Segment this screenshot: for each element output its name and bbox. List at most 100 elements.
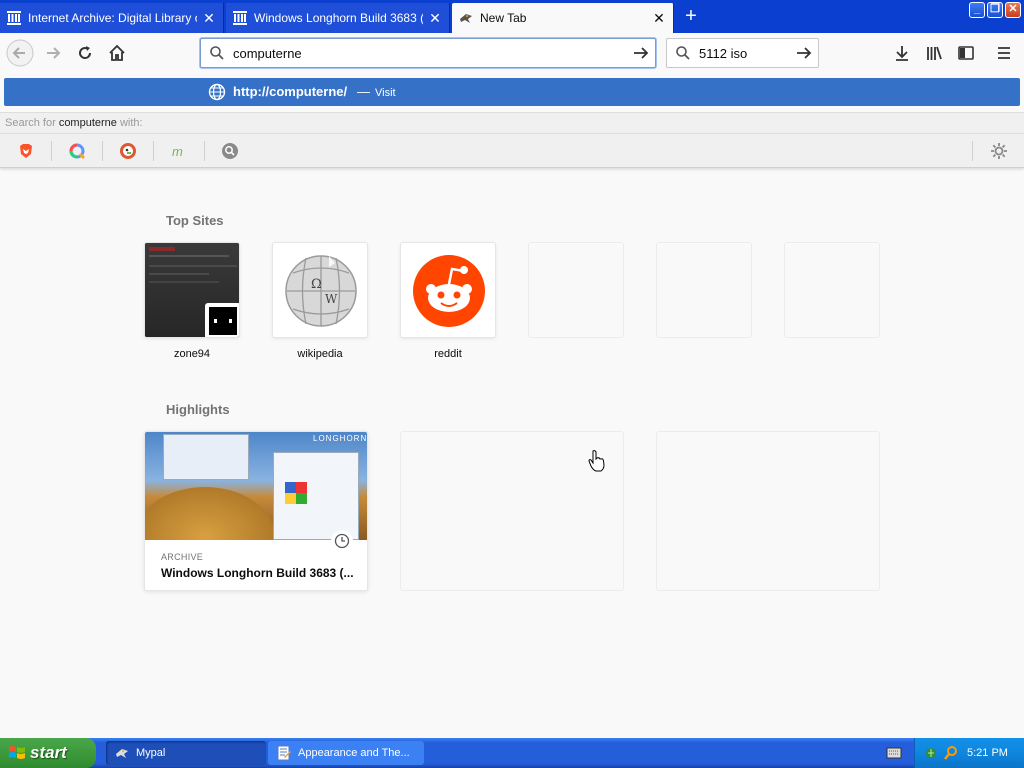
mypal-icon xyxy=(458,10,474,26)
tab-strip: Internet Archive: Digital Library of ✕ W… xyxy=(0,0,1024,33)
menu-button[interactable] xyxy=(990,39,1018,67)
minimize-button[interactable]: _ xyxy=(969,2,985,18)
top-sites-heading: Top Sites xyxy=(166,213,224,228)
brave-engine-icon[interactable] xyxy=(16,141,36,161)
taskbar-item-label: Mypal xyxy=(136,747,166,759)
gear-icon[interactable] xyxy=(989,141,1009,161)
downloads-button[interactable] xyxy=(888,39,916,67)
engine-separator xyxy=(51,141,52,161)
globe-icon xyxy=(208,83,226,104)
hand-cursor-icon xyxy=(588,449,606,476)
go-arrow-icon[interactable] xyxy=(629,41,653,65)
url-bar[interactable]: computerne xyxy=(200,38,656,68)
search-with-hint: Search for computerne with: xyxy=(0,112,1024,134)
search-input[interactable]: 5112 iso xyxy=(695,46,792,61)
search-suffix: with: xyxy=(119,117,143,129)
visit-label: Visit xyxy=(375,87,396,99)
search-term: computerne xyxy=(58,117,117,129)
close-tab-icon[interactable]: ✕ xyxy=(201,10,217,26)
taskbar-item-label: Appearance and The... xyxy=(298,747,410,759)
start-button[interactable]: start xyxy=(0,738,96,768)
forward-arrow-icon xyxy=(47,47,61,59)
go-arrow-icon[interactable] xyxy=(792,41,816,65)
top-site-label: wikipedia xyxy=(297,348,343,360)
search-engines-bar: m xyxy=(0,134,1024,168)
sidebar-button[interactable] xyxy=(952,39,980,67)
taskbar-item-mypal[interactable]: Mypal xyxy=(106,741,266,765)
highlights-heading: Highlights xyxy=(166,402,230,417)
keyboard-icon[interactable] xyxy=(886,746,902,763)
search-prefix: Search for xyxy=(5,117,56,129)
top-site-reddit[interactable] xyxy=(400,242,496,338)
engine-separator xyxy=(204,141,205,161)
new-tab-button[interactable]: + xyxy=(680,6,702,27)
wikipedia-globe-icon: Ω W xyxy=(285,255,357,327)
top-site-empty xyxy=(528,242,624,338)
close-tab-icon[interactable]: ✕ xyxy=(427,10,443,26)
close-tab-icon[interactable]: ✕ xyxy=(651,10,667,26)
tab-title: New Tab xyxy=(480,11,527,25)
highlight-source: ARCHIVE xyxy=(161,552,204,562)
highlight-thumbnail: LONGHORN xyxy=(145,432,368,540)
back-button[interactable] xyxy=(6,39,34,67)
url-input[interactable]: computerne xyxy=(229,46,629,61)
reload-button[interactable] xyxy=(71,39,99,67)
mojeek-engine-icon[interactable]: m xyxy=(169,141,189,161)
tab-title: Internet Archive: Digital Library of xyxy=(28,11,197,25)
clock-icon xyxy=(331,530,353,552)
top-site-label: zone94 xyxy=(173,348,211,360)
reload-icon xyxy=(79,46,92,59)
close-window-button[interactable]: ✕ xyxy=(1005,2,1021,18)
archive-icon xyxy=(6,10,22,26)
library-button[interactable] xyxy=(920,39,948,67)
longhorn-logo-text: LONGHORN xyxy=(313,434,368,443)
download-icon xyxy=(896,46,908,61)
taskbar-item-appearance[interactable]: Appearance and The... xyxy=(268,741,424,765)
top-site-zone94[interactable] xyxy=(144,242,240,338)
svg-text:m: m xyxy=(172,144,183,159)
search-icon xyxy=(671,41,695,65)
clock[interactable]: 5:21 PM xyxy=(967,747,1008,759)
visit-suggestion-row[interactable]: http://computerne/ — Visit xyxy=(4,78,1020,106)
tab-internet-archive[interactable]: Internet Archive: Digital Library of ✕ xyxy=(0,3,224,33)
highlight-title: Windows Longhorn Build 3683 (... xyxy=(161,566,354,580)
highlight-empty xyxy=(656,431,880,591)
windows-flag-icon xyxy=(8,744,26,767)
system-tray: 5:21 PM xyxy=(914,738,1024,768)
duckduckgo-engine-icon[interactable] xyxy=(118,141,138,161)
back-arrow-icon xyxy=(6,39,34,67)
engine-separator xyxy=(153,141,154,161)
home-button[interactable] xyxy=(103,39,131,67)
search-bar[interactable]: 5112 iso xyxy=(666,38,819,68)
sidebar-icon xyxy=(958,46,974,60)
zone94-favicon xyxy=(205,303,239,337)
search-engine-icon[interactable] xyxy=(220,141,240,161)
tab-longhorn[interactable]: Windows Longhorn Build 3683 (x8 ✕ xyxy=(226,3,450,33)
tab-title: Windows Longhorn Build 3683 (x8 xyxy=(254,11,423,25)
qwant-engine-icon[interactable] xyxy=(67,141,87,161)
engine-separator xyxy=(102,141,103,161)
engine-separator xyxy=(972,141,973,161)
navigation-toolbar: computerne 5112 iso xyxy=(0,33,1024,73)
taskbar: start Mypal Appearance and The... 5:21 P… xyxy=(0,738,1024,768)
top-site-label: reddit xyxy=(434,348,462,360)
network-icon[interactable] xyxy=(925,745,941,764)
top-site-empty xyxy=(784,242,880,338)
library-icon xyxy=(927,46,942,60)
hamburger-icon xyxy=(998,47,1010,59)
forward-button[interactable] xyxy=(39,39,67,67)
visit-separator: — xyxy=(357,84,370,99)
svg-text:Ω: Ω xyxy=(311,277,322,292)
mypal-icon xyxy=(114,745,130,761)
restore-button[interactable]: ❐ xyxy=(987,2,1003,18)
highlight-card-longhorn[interactable]: LONGHORN ARCHIVE Windows Longhorn Build … xyxy=(144,431,368,591)
archive-icon xyxy=(232,10,248,26)
top-site-empty xyxy=(656,242,752,338)
search-tray-icon[interactable] xyxy=(943,745,959,764)
tab-new-tab[interactable]: New Tab ✕ xyxy=(452,3,674,33)
visit-url: http://computerne/ xyxy=(233,84,348,99)
search-icon xyxy=(205,41,229,65)
start-label: start xyxy=(30,743,67,762)
top-site-wikipedia[interactable]: Ω W xyxy=(272,242,368,338)
svg-text:W: W xyxy=(325,292,338,306)
